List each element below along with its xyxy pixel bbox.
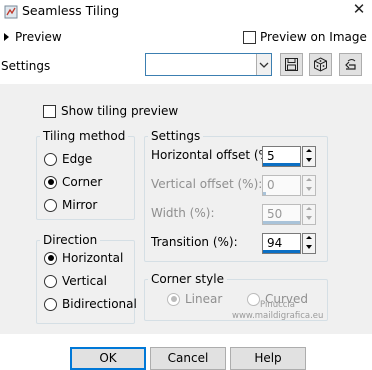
arrow-down-icon (306, 158, 312, 162)
preview-on-image-checkbox[interactable]: Preview on Image (243, 30, 367, 44)
spinner-buttons[interactable] (302, 146, 316, 167)
radio-label: Vertical (62, 274, 107, 288)
window-title: Seamless Tiling (22, 3, 120, 18)
reset-icon (345, 59, 356, 70)
horizontal-offset-label: Horizontal offset (%): (151, 148, 279, 162)
radio-vertical[interactable]: Vertical (44, 274, 107, 288)
radio-circle[interactable] (44, 297, 57, 311)
direction-title: Direction (40, 233, 101, 247)
spinner-slider-bar[interactable] (263, 163, 300, 166)
radio-label: Bidirectional (62, 297, 137, 311)
radio-label: Linear (185, 292, 223, 306)
ok-button[interactable]: OK (70, 347, 146, 370)
radio-circle[interactable] (44, 251, 57, 265)
checkbox-box[interactable] (43, 104, 56, 118)
watermark-line2: www.maildigrafica.eu (232, 311, 324, 321)
show-tiling-preview-checkbox[interactable]: Show tiling preview (43, 104, 178, 118)
transition-label: Transition (%): (151, 235, 238, 249)
radio-label: Horizontal (62, 251, 124, 265)
dice-icon (314, 57, 327, 72)
watermark-line1: Pinuccia (260, 300, 295, 310)
app-icon (4, 5, 18, 19)
radio-corner[interactable]: Corner (44, 175, 102, 189)
radio-label: Mirror (62, 198, 98, 212)
radio-horizontal[interactable]: Horizontal (44, 251, 123, 265)
spinner-slider-bar (263, 221, 300, 224)
presets-label: Settings (1, 59, 51, 73)
spinner-slider-bar[interactable] (263, 250, 300, 253)
spinner-buttons (302, 175, 316, 196)
reset-button[interactable] (339, 53, 362, 76)
transition-spinner[interactable]: 94 (262, 233, 316, 254)
vertical-offset-label: Vertical offset (%): (151, 177, 263, 191)
save-preset-button[interactable] (280, 53, 303, 76)
watermark: Pinuccia www.maildigrafica.eu (232, 300, 323, 322)
arrow-up-icon (306, 236, 312, 239)
radio-circle[interactable] (44, 175, 57, 189)
arrow-up-icon (306, 207, 312, 210)
vertical-offset-spinner: 0 (262, 175, 316, 196)
radio-edge[interactable]: Edge (44, 152, 92, 166)
settings-title: Settings (148, 129, 204, 143)
arrow-down-icon (306, 245, 312, 249)
radio-circle (167, 292, 180, 306)
width-label: Width (%): (151, 206, 215, 220)
tiling-method-title: Tiling method (40, 129, 129, 143)
corner-style-title: Corner style (148, 272, 227, 286)
radio-label: Edge (62, 152, 93, 166)
close-icon[interactable]: ✕ (350, 0, 368, 18)
checkbox-box[interactable] (243, 30, 256, 44)
radio-mirror[interactable]: Mirror (44, 198, 97, 212)
arrow-up-icon (306, 149, 312, 152)
radio-linear: Linear (167, 292, 222, 306)
preview-label: Preview (15, 30, 62, 44)
preview-on-image-label: Preview on Image (260, 30, 367, 44)
spinner-value: 0 (262, 175, 301, 196)
combobox-dropdown-button[interactable] (256, 54, 271, 75)
radio-circle[interactable] (44, 152, 57, 166)
spinner-buttons[interactable] (302, 233, 316, 254)
spinner-buttons (302, 204, 316, 225)
arrow-down-icon (306, 216, 312, 220)
horizontal-offset-spinner[interactable]: 5 (262, 146, 316, 167)
randomize-button[interactable] (309, 53, 332, 76)
save-icon (285, 58, 298, 71)
radio-bidirectional[interactable]: Bidirectional (44, 297, 137, 311)
show-tiling-preview-label: Show tiling preview (61, 104, 179, 118)
cancel-button[interactable]: Cancel (150, 347, 226, 370)
spinner-slider-bar (263, 192, 266, 195)
chevron-down-icon (259, 62, 269, 68)
radio-circle[interactable] (44, 198, 57, 212)
arrow-down-icon (306, 187, 312, 191)
preview-toggle[interactable]: Preview (4, 30, 62, 44)
width-spinner: 50 (262, 204, 316, 225)
presets-combobox[interactable] (145, 53, 272, 76)
help-button[interactable]: Help (230, 347, 306, 370)
expand-arrow-icon (4, 33, 9, 41)
radio-circle[interactable] (44, 274, 57, 288)
arrow-up-icon (306, 178, 312, 181)
radio-label: Corner (62, 175, 103, 189)
